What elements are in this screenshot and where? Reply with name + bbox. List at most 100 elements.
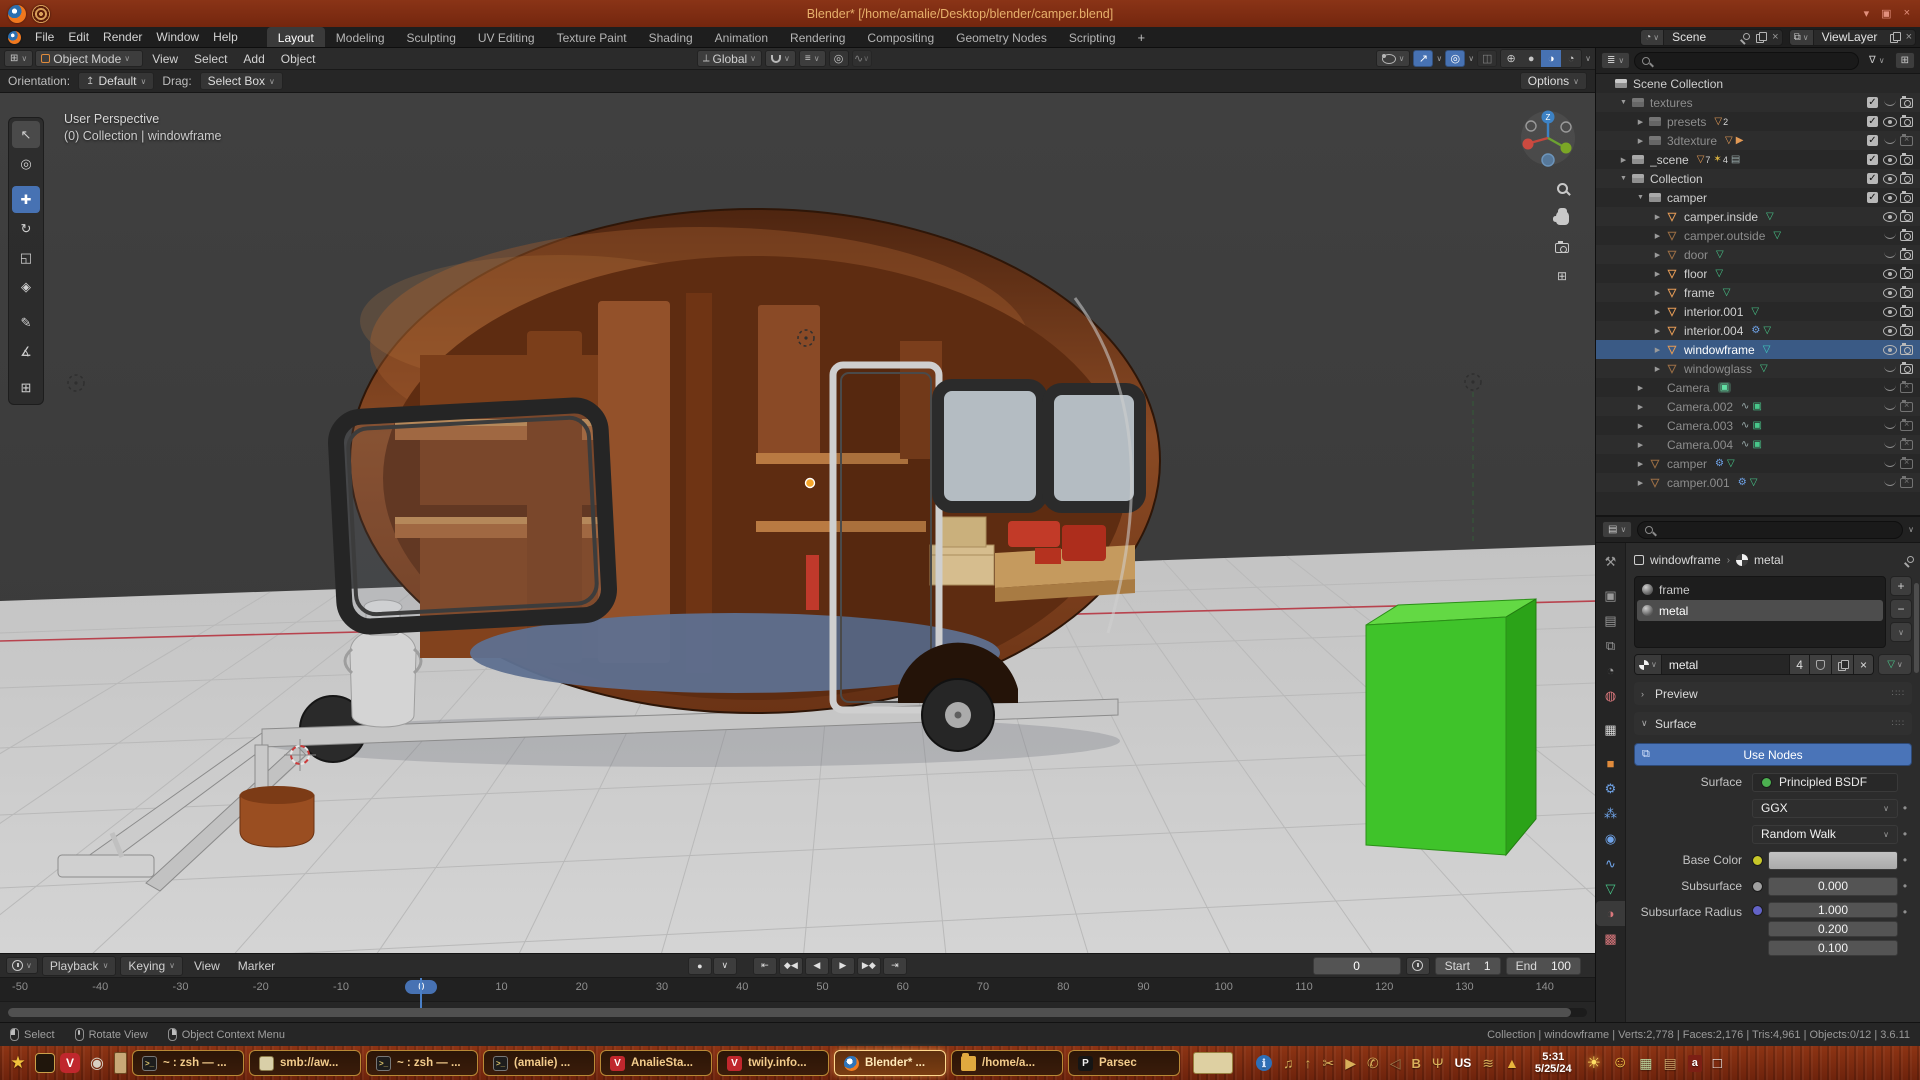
hide-viewport-toggle[interactable] [1881,232,1898,239]
disable-render-toggle[interactable] [1898,174,1915,184]
properties-tab[interactable]: ⁂ [1596,801,1625,826]
outliner-search-input[interactable] [1634,52,1859,70]
outliner-row[interactable]: ▶ frame ▽ [1596,283,1920,302]
disable-render-toggle[interactable] [1898,98,1915,108]
hide-viewport-toggle[interactable] [1881,422,1898,429]
properties-options-menu[interactable]: ∨ [1908,525,1914,534]
workspace-tab[interactable]: Animation [704,27,779,47]
tray-icon[interactable]: ▶ [1345,1055,1356,1072]
base-color-swatch[interactable] [1768,851,1898,870]
tray-icon[interactable]: US [1455,1056,1472,1070]
remove-slot-button[interactable]: − [1890,599,1912,619]
hide-viewport-toggle[interactable] [1881,212,1898,222]
proportional-falloff-menu[interactable]: ∿∨ [852,50,872,67]
options-dropdown[interactable]: Options∨ [1520,72,1587,90]
remove-viewlayer-icon[interactable]: × [1903,31,1915,43]
disable-render-toggle[interactable] [1898,117,1915,127]
distribution-dropdown[interactable]: GGX∨ [1752,799,1898,818]
expander-icon[interactable]: ▶ [1634,422,1647,430]
breadcrumb-material[interactable]: metal [1754,553,1783,567]
object-visibility-menu[interactable]: ∨ [1376,50,1411,67]
disable-render-toggle[interactable] [1898,421,1915,431]
viewport-menu[interactable]: Add [236,50,271,68]
disable-render-toggle[interactable] [1898,326,1915,336]
expander-icon[interactable]: ▶ [1651,346,1664,354]
users-count[interactable]: 4 [1789,655,1809,674]
outliner-row[interactable]: ▶ _scene ▽7✶4▤ [1596,150,1920,169]
outliner-row[interactable]: ▶ presets ▽2 [1596,112,1920,131]
outliner-row[interactable]: ▶ camper.001 ⚙▽ [1596,473,1920,492]
use-nodes-button[interactable]: ⧉ Use Nodes [1634,743,1912,766]
tray-icon[interactable]: ↑ [1305,1055,1312,1071]
viewport-tool-button[interactable]: ⊞ [12,374,40,401]
taskbar-launcher[interactable] [35,1053,55,1073]
outliner-item-label[interactable]: Scene Collection [1633,77,1723,91]
taskbar-window-button[interactable]: /home/a... [951,1050,1063,1076]
viewport-tool-button[interactable]: ↖ [12,121,40,148]
taskbar-window-button[interactable]: Blender* ... [834,1050,946,1076]
outliner-item-label[interactable]: _scene [1650,153,1689,167]
browse-material-button[interactable]: ∨ [1635,655,1662,674]
transport-button[interactable]: ◆◀ [779,957,803,975]
fake-user-toggle[interactable] [1809,655,1831,674]
expander-icon[interactable]: ▶ [1617,156,1630,164]
expander-icon[interactable]: ▶ [1651,232,1664,240]
tray-icon[interactable]: ✆ [1367,1055,1379,1072]
viewport-menu[interactable]: View [145,50,185,68]
expander-icon[interactable]: ▶ [1634,118,1647,126]
outliner-item-label[interactable]: camper [1667,191,1707,205]
viewport-tool-button[interactable]: ◈ [12,273,40,300]
taskbar-launcher[interactable]: V [60,1053,80,1073]
pin-icon[interactable] [1740,33,1748,41]
outliner-row[interactable]: ▶ 3dtexture ▽▶ [1596,131,1920,150]
taskbar-launcher[interactable] [114,1052,127,1074]
frame-start-field[interactable]: Start1 [1435,957,1501,975]
viewlayer-selector[interactable]: ⧉∨ ViewLayer × [1789,29,1916,46]
taskbar-clock[interactable]: 5:31 5/25/24 [1535,1051,1572,1075]
gizmo-menu[interactable]: ∨ [1436,54,1442,63]
proportional-editing-toggle[interactable]: ◎ [829,50,849,67]
outliner-row[interactable]: ▶ camper.inside ▽ [1596,207,1920,226]
outliner-row[interactable]: ▶ interior.004 ⚙▽ [1596,321,1920,340]
taskbar-window-button[interactable]: twily.info... [717,1050,829,1076]
menubar-menu[interactable]: Window [149,28,206,46]
navigation-gizmo[interactable]: Z [1517,107,1579,169]
tray-icon[interactable]: ▦ [1639,1055,1652,1072]
material-link-menu[interactable]: ▽∨ [1878,654,1912,675]
surface-shader-button[interactable]: Principled BSDF [1752,773,1898,792]
workspace-tab[interactable]: Modeling [325,27,396,47]
show-gizmo-toggle[interactable]: ↗ [1413,50,1433,67]
properties-tab[interactable]: ⚒ [1596,549,1625,574]
tray-icon[interactable]: ▲ [1505,1055,1519,1071]
timeline-menu[interactable]: Marker [231,957,282,975]
outliner-item-label[interactable]: windowglass [1684,362,1752,376]
disable-render-toggle[interactable] [1898,155,1915,165]
outliner-row[interactable]: Scene Collection [1596,74,1920,93]
outliner-item-label[interactable]: camper [1667,457,1707,471]
outliner-item-label[interactable]: 3dtexture [1667,134,1717,148]
desktop-pager[interactable] [1193,1052,1233,1074]
workspace-tab[interactable]: Layout [267,27,325,47]
disable-render-toggle[interactable] [1898,193,1915,203]
hide-viewport-toggle[interactable] [1881,251,1898,258]
playhead[interactable] [420,978,422,1008]
drag-dropdown[interactable]: Select Box∨ [200,72,283,90]
expander-icon[interactable]: ▼ [1634,194,1647,201]
outliner-row[interactable]: ▼ Collection [1596,169,1920,188]
viewport-menu[interactable]: Select [187,50,234,68]
new-scene-icon[interactable] [1756,32,1765,42]
taskbar-window-button[interactable]: AnalieSta... [600,1050,712,1076]
transport-button[interactable]: ◀ [805,957,829,975]
properties-tab[interactable]: ◑ [1596,901,1625,926]
add-slot-button[interactable]: + [1890,576,1912,596]
hide-viewport-toggle[interactable] [1881,384,1898,391]
properties-tab[interactable]: ⧉ [1596,633,1625,658]
outliner-filter-button[interactable]: ∇∨ [1863,52,1891,69]
hide-viewport-toggle[interactable] [1881,307,1898,317]
hide-viewport-toggle[interactable] [1881,193,1898,203]
viewport-tool-button[interactable]: ✎ [12,309,40,336]
workspace-tab[interactable]: Shading [638,27,704,47]
tray-icon[interactable]: ◁ [1390,1055,1401,1072]
blender-menu-icon[interactable] [8,31,21,44]
expander-icon[interactable]: ▶ [1651,308,1664,316]
